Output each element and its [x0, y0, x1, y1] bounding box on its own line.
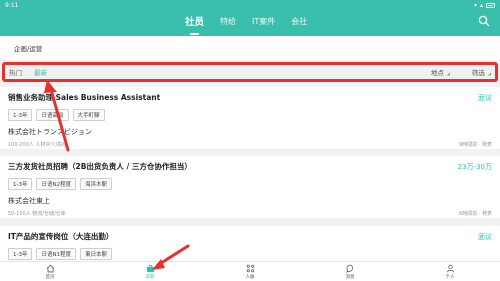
job-posted: 9時間前 · 発表 [459, 142, 492, 148]
category-header[interactable]: 企画/运营 [0, 36, 500, 60]
tab-company[interactable]: 会社 [291, 16, 307, 31]
job-tag: 日语N1程度 [36, 248, 77, 260]
nav-profile[interactable]: 个人 [400, 262, 500, 281]
job-tags: 1-3年 日语N1程度 東日本駅 [8, 248, 492, 260]
job-meta: 50-100人 物流/仓储/仓库 [8, 211, 66, 217]
wifi-icon: ▾ [473, 1, 477, 9]
job-card[interactable]: IT产品的宣传岗位（大连出勤） 面议 1-3年 日语N1程度 東日本駅 [0, 226, 500, 261]
job-tag: 海浜木駅 [80, 178, 113, 190]
battery-icon [486, 2, 495, 8]
filter-bar: 热门 最新 地点 筛选 [2, 62, 498, 82]
bottom-nav: 首页 求职 人脉 消息 个人 [0, 261, 500, 281]
top-tabs: 社员 特给 IT案件 会社 [185, 14, 307, 35]
filter-newest[interactable]: 最新 [34, 67, 47, 77]
job-title: 销售业务助理 Sales Business Assistant [8, 93, 161, 102]
job-card[interactable]: 三方发货社员招聘（2B出货负责人 / 三方仓协作担当） 23万-30万 1-3年… [0, 156, 500, 218]
tab-it-projects[interactable]: IT案件 [252, 16, 275, 31]
job-tag: 1-3年 [8, 109, 33, 121]
job-company: 株式会社トランスビジョン [8, 128, 92, 136]
job-salary: 面议 [478, 233, 492, 241]
job-tags: 1-3年 日语高级 大手町驛 [8, 109, 492, 121]
signal-icon: ▴ [479, 1, 483, 9]
job-salary: 23万-30万 [457, 163, 492, 171]
nav-profile-label: 个人 [445, 274, 455, 280]
filter-location[interactable]: 地点 [431, 67, 450, 77]
status-icons: ▾ ▴ [474, 2, 495, 9]
top-bar: 社员 特给 IT案件 会社 [0, 10, 500, 36]
status-bar: 9:11 ▾ ▴ [0, 0, 500, 10]
message-icon [345, 264, 353, 273]
nav-messages-label: 消息 [345, 274, 355, 280]
briefcase-icon [146, 264, 154, 272]
job-tag: 大手町驛 [72, 109, 105, 121]
filter-right-group: 地点 筛选 [431, 67, 491, 77]
tab-employee[interactable]: 社员 [185, 14, 204, 35]
nav-jobs-label: 求职 [145, 274, 155, 280]
nav-jobs[interactable]: 求职 [100, 262, 200, 281]
job-title: 三方发货社员招聘（2B出货负责人 / 三方仓协作担当） [8, 162, 192, 171]
nav-home-label: 首页 [45, 274, 55, 280]
job-card[interactable]: 销售业务助理 Sales Business Assistant 面议 1-3年 … [0, 87, 500, 149]
home-icon [46, 264, 54, 272]
job-tag: 日语高级 [36, 109, 69, 121]
job-posted: 6時間前 · 発表 [459, 211, 492, 217]
job-salary: 面议 [478, 94, 492, 102]
category-label: 企画/运营 [14, 45, 43, 53]
filter-hot[interactable]: 热门 [9, 67, 22, 77]
job-title: IT产品的宣传岗位（大连出勤） [8, 232, 114, 241]
search-icon[interactable] [478, 15, 490, 27]
nav-messages[interactable]: 消息 [300, 262, 400, 281]
network-icon [246, 264, 254, 272]
tab-special[interactable]: 特给 [220, 16, 236, 31]
job-tag: 日语N2程度 [36, 178, 77, 190]
job-tag: 1-3年 [8, 178, 33, 190]
job-tag: 東日本駅 [80, 248, 113, 260]
person-icon [446, 264, 454, 272]
job-tag: 1-3年 [8, 248, 33, 260]
status-time: 9:11 [5, 1, 19, 9]
nav-network[interactable]: 人脉 [200, 262, 300, 281]
filter-more[interactable]: 筛选 [472, 67, 491, 77]
nav-network-label: 人脉 [245, 274, 255, 280]
job-company: 株式会社東上 [8, 197, 50, 205]
job-tags: 1-3年 日语N2程度 海浜木駅 [8, 178, 492, 190]
job-meta: 100-200人 人材中介/高级 [8, 142, 68, 148]
nav-home[interactable]: 首页 [0, 262, 100, 281]
